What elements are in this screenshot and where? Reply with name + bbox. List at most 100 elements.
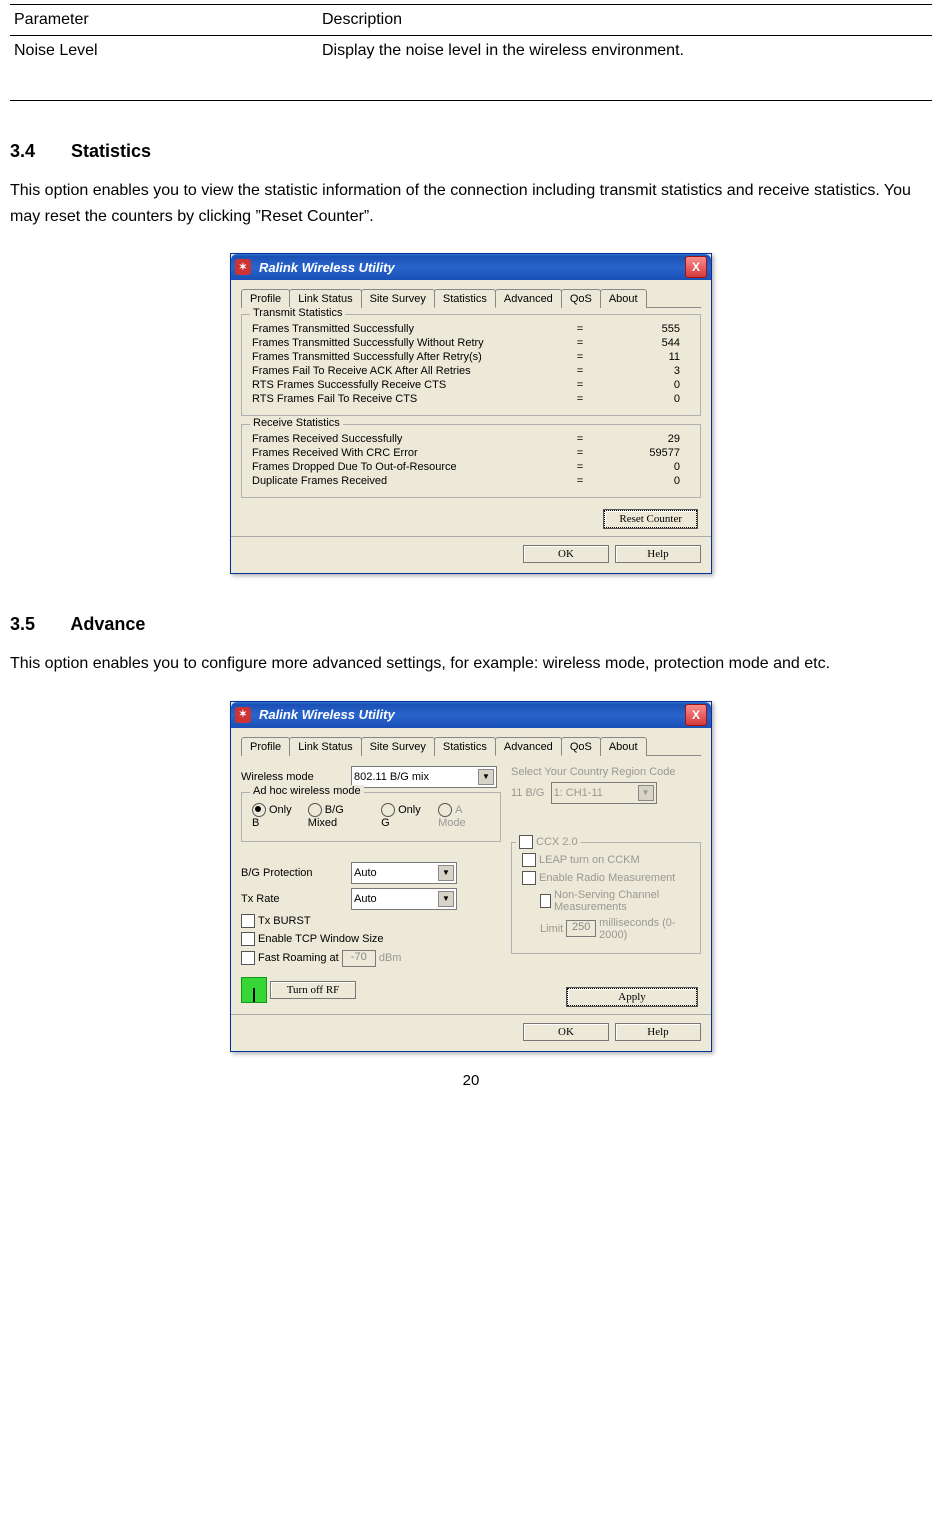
equals-sign: =: [560, 365, 600, 377]
parameter-table: Parameter Description Noise Level Displa…: [10, 4, 932, 101]
chevron-down-icon[interactable]: ▼: [438, 891, 454, 907]
stat-row: Frames Transmitted Successfully After Re…: [252, 351, 690, 363]
page-number: 20: [10, 1072, 932, 1089]
close-icon[interactable]: X: [685, 256, 707, 278]
non-serving-check: Non-Serving Channel Measurements: [522, 889, 690, 913]
stat-label: Frames Fail To Receive ACK After All Ret…: [252, 365, 560, 377]
fast-roaming-check[interactable]: Fast Roaming at: [241, 951, 339, 965]
stat-row: RTS Frames Successfully Receive CTS=0: [252, 379, 690, 391]
limit-unit: milliseconds (0-2000): [599, 917, 690, 941]
transmit-group-title: Transmit Statistics: [250, 307, 345, 319]
equals-sign: =: [560, 447, 600, 459]
adhoc-bg-mixed[interactable]: B/G Mixed: [308, 803, 373, 829]
bg-protection-combo[interactable]: Auto▼: [351, 862, 457, 884]
wireless-mode-combo[interactable]: 802.11 B/G mix▼: [351, 766, 497, 788]
titlebar[interactable]: ✶ Ralink Wireless Utility X: [231, 254, 711, 280]
statistics-dialog: ✶ Ralink Wireless Utility X Profile Link…: [230, 253, 712, 574]
stat-value: 3: [600, 365, 690, 377]
tab-site-survey[interactable]: Site Survey: [361, 289, 435, 308]
stat-row: Frames Dropped Due To Out-of-Resource=0: [252, 461, 690, 473]
tcp-window-check[interactable]: Enable TCP Window Size: [241, 932, 501, 946]
wireless-mode-label: Wireless mode: [241, 771, 351, 783]
fast-roaming-input[interactable]: -70: [342, 950, 376, 967]
stat-value: 29: [600, 433, 690, 445]
stat-label: RTS Frames Fail To Receive CTS: [252, 393, 560, 405]
stat-label: Frames Dropped Due To Out-of-Resource: [252, 461, 560, 473]
stat-value: 0: [600, 461, 690, 473]
stat-value: 0: [600, 393, 690, 405]
turn-off-rf-button[interactable]: Turn off RF: [270, 981, 356, 999]
param-header: Parameter: [10, 5, 318, 36]
transmit-group: Transmit Statistics Frames Transmitted S…: [241, 314, 701, 416]
tx-burst-check[interactable]: Tx BURST: [241, 914, 501, 928]
tab-about[interactable]: About: [600, 289, 647, 308]
stat-row: Frames Transmitted Successfully=555: [252, 323, 690, 335]
tab-qos[interactable]: QoS: [561, 737, 601, 756]
equals-sign: =: [560, 433, 600, 445]
desc-header: Description: [318, 5, 932, 36]
tab-about[interactable]: About: [600, 737, 647, 756]
section-35-heading: 3.5 Advance: [10, 614, 932, 635]
ccx-check[interactable]: [519, 835, 533, 849]
help-button[interactable]: Help: [615, 1023, 701, 1041]
tab-advanced[interactable]: Advanced: [495, 289, 562, 308]
stat-value: 59577: [600, 447, 690, 459]
equals-sign: =: [560, 379, 600, 391]
receive-group-title: Receive Statistics: [250, 417, 343, 429]
stat-label: Frames Transmitted Successfully Without …: [252, 337, 560, 349]
equals-sign: =: [560, 351, 600, 363]
tab-link-status[interactable]: Link Status: [289, 737, 361, 756]
limit-input: 250: [566, 920, 596, 937]
adhoc-group: Ad hoc wireless mode Only B B/G Mixed On…: [241, 792, 501, 842]
tab-advanced[interactable]: Advanced: [495, 737, 562, 756]
tab-link-status[interactable]: Link Status: [289, 289, 361, 308]
ok-button[interactable]: OK: [523, 1023, 609, 1041]
band-label: 11 B/G: [511, 787, 544, 799]
adhoc-only-b[interactable]: Only B: [252, 803, 300, 829]
leap-check: LEAP turn on CCKM: [522, 853, 690, 867]
radio-meas-check: Enable Radio Measurement: [522, 871, 690, 885]
advanced-dialog: ✶ Ralink Wireless Utility X Profile Link…: [230, 701, 712, 1052]
stat-value: 11: [600, 351, 690, 363]
tab-site-survey[interactable]: Site Survey: [361, 737, 435, 756]
stat-row: Frames Fail To Receive ACK After All Ret…: [252, 365, 690, 377]
param-cell: Noise Level: [10, 36, 318, 101]
chevron-down-icon[interactable]: ▼: [478, 769, 494, 785]
apply-button[interactable]: Apply: [567, 988, 697, 1006]
tab-statistics[interactable]: Statistics: [434, 289, 496, 308]
section-35-body: This option enables you to configure mor…: [10, 651, 932, 677]
country-code-label: Select Your Country Region Code: [511, 766, 701, 778]
tab-qos[interactable]: QoS: [561, 289, 601, 308]
tab-profile[interactable]: Profile: [241, 289, 290, 308]
section-34-body: This option enables you to view the stat…: [10, 178, 932, 229]
help-button[interactable]: Help: [615, 545, 701, 563]
tab-statistics[interactable]: Statistics: [434, 737, 496, 756]
close-icon[interactable]: X: [685, 704, 707, 726]
stat-label: Frames Received Successfully: [252, 433, 560, 445]
stat-row: Frames Transmitted Successfully Without …: [252, 337, 690, 349]
titlebar[interactable]: ✶ Ralink Wireless Utility X: [231, 702, 711, 728]
adhoc-a-mode: A Mode: [438, 803, 490, 829]
rf-on-icon: [241, 977, 267, 1003]
ok-button[interactable]: OK: [523, 545, 609, 563]
tx-rate-combo[interactable]: Auto▼: [351, 888, 457, 910]
bg-protection-label: B/G Protection: [241, 867, 351, 879]
dbm-label: dBm: [379, 952, 402, 964]
app-icon: ✶: [235, 707, 251, 723]
stat-row: RTS Frames Fail To Receive CTS=0: [252, 393, 690, 405]
stat-value: 555: [600, 323, 690, 335]
tab-profile[interactable]: Profile: [241, 737, 290, 756]
ccx-group-title: CCX 2.0: [536, 836, 578, 848]
adhoc-only-g[interactable]: Only G: [381, 803, 430, 829]
adhoc-group-title: Ad hoc wireless mode: [250, 785, 364, 797]
equals-sign: =: [560, 475, 600, 487]
app-icon: ✶: [235, 259, 251, 275]
equals-sign: =: [560, 323, 600, 335]
section-34-heading: 3.4 Statistics: [10, 141, 932, 162]
ccx-group: CCX 2.0 LEAP turn on CCKM Enable Radio M…: [511, 842, 701, 954]
chevron-down-icon[interactable]: ▼: [438, 865, 454, 881]
tab-strip: Profile Link Status Site Survey Statisti…: [241, 736, 701, 756]
reset-counter-button[interactable]: Reset Counter: [604, 510, 697, 528]
equals-sign: =: [560, 337, 600, 349]
stat-row: Frames Received Successfully=29: [252, 433, 690, 445]
